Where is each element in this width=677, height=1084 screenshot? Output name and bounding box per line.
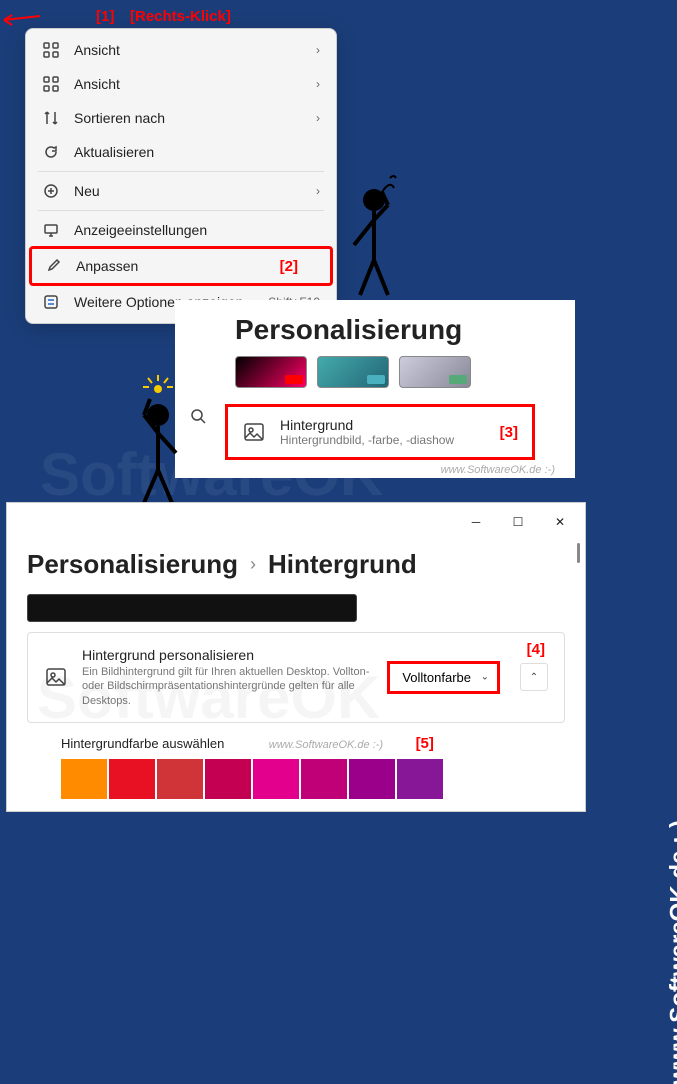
card-text: Hintergrund Hintergrundbild, -farbe, -di…: [280, 417, 486, 447]
menu-label: Sortieren nach: [74, 110, 316, 126]
menu-divider: [38, 171, 324, 172]
menu-item-personalize[interactable]: Anpassen [2]: [29, 246, 333, 286]
chevron-right-icon: ›: [316, 111, 320, 125]
color-swatch[interactable]: [397, 759, 443, 799]
color-swatch[interactable]: [157, 759, 203, 799]
color-swatch[interactable]: [205, 759, 251, 799]
menu-label: Ansicht: [74, 42, 316, 58]
stick-figure-idea: [128, 375, 188, 505]
plus-circle-icon: [42, 182, 60, 200]
theme-thumbnails: [175, 356, 575, 396]
chevron-right-icon: ›: [316, 43, 320, 57]
color-swatch[interactable]: [109, 759, 155, 799]
menu-label: Neu: [74, 183, 316, 199]
menu-label: Anzeigeeinstellungen: [74, 222, 320, 238]
personalization-panel: Personalisierung Hintergrund Hintergrund…: [175, 300, 575, 478]
theme-thumb[interactable]: [235, 356, 307, 388]
theme-thumb[interactable]: [399, 356, 471, 388]
close-button[interactable]: ✕: [539, 507, 581, 537]
panel-title: Personalisierung: [175, 300, 575, 356]
maximize-button[interactable]: ☐: [497, 507, 539, 537]
watermark: www.SoftwareOK.de :-): [175, 460, 575, 478]
menu-item-new[interactable]: Neu ›: [30, 174, 332, 208]
sort-icon: [42, 109, 60, 127]
breadcrumb: Personalisierung › Hintergrund: [7, 541, 585, 594]
menu-label: Anpassen: [76, 258, 280, 274]
annotation-4: [4]: [527, 641, 545, 658]
card-title: Hintergrund: [280, 417, 486, 433]
color-label: Hintergrundfarbe auswählen: [61, 736, 224, 751]
theme-thumb[interactable]: [317, 356, 389, 388]
color-section: Hintergrundfarbe auswählen www.SoftwareO…: [27, 735, 565, 799]
annotation-2: [2]: [280, 258, 298, 275]
background-card[interactable]: Hintergrund Hintergrundbild, -farbe, -di…: [225, 404, 535, 460]
context-menu: Ansicht › Ansicht › Sortieren nach › Akt…: [25, 28, 337, 324]
chevron-right-icon: ›: [250, 554, 256, 575]
preview-thumbnail: [27, 594, 357, 622]
arrow-annotation: [2, 10, 42, 30]
grid-icon: [42, 41, 60, 59]
image-icon: [242, 420, 266, 444]
menu-item-sort[interactable]: Sortieren nach ›: [30, 101, 332, 135]
annotation-3: [3]: [500, 424, 518, 441]
title-bar: ─ ☐ ✕: [7, 503, 585, 541]
annotation-1-label: [Rechts-Klick]: [130, 8, 231, 25]
color-swatch[interactable]: [61, 759, 107, 799]
card-title: Hintergrund personalisieren: [82, 647, 373, 663]
more-icon: [42, 293, 60, 311]
expand-button[interactable]: ⌃: [520, 663, 548, 691]
menu-item-refresh[interactable]: Aktualisieren: [30, 135, 332, 169]
menu-label: Ansicht: [74, 76, 316, 92]
dropdown-value: Volltonfarbe: [402, 670, 471, 685]
menu-item-view2[interactable]: Ansicht ›: [30, 67, 332, 101]
chevron-down-icon: ⌄: [481, 672, 489, 683]
display-icon: [42, 221, 60, 239]
stick-figure-thinking: [346, 170, 406, 300]
brush-icon: [44, 257, 62, 275]
annotation-1: [1]: [96, 8, 114, 25]
personalize-background-card: Hintergrund personalisieren Ein Bildhint…: [27, 632, 565, 723]
watermark: www.SoftwareOK.de :-): [249, 735, 403, 753]
chevron-right-icon: ›: [316, 184, 320, 198]
card-text: Hintergrund personalisieren Ein Bildhint…: [82, 647, 373, 708]
minimize-button[interactable]: ─: [455, 507, 497, 537]
menu-divider: [38, 210, 324, 211]
settings-window: ─ ☐ ✕ Personalisierung › Hintergrund [4]…: [6, 502, 586, 812]
background-type-dropdown[interactable]: Volltonfarbe ⌄: [387, 661, 500, 694]
right-watermark: www.SoftwareOK.de :-): [665, 820, 677, 1084]
color-swatch[interactable]: [349, 759, 395, 799]
refresh-icon: [42, 143, 60, 161]
menu-item-view1[interactable]: Ansicht ›: [30, 33, 332, 67]
search-icon[interactable]: [190, 408, 206, 429]
menu-label: Aktualisieren: [74, 144, 320, 160]
color-swatch[interactable]: [253, 759, 299, 799]
image-icon: [44, 665, 68, 689]
annotation-5: [5]: [416, 735, 434, 752]
menu-item-display-settings[interactable]: Anzeigeeinstellungen: [30, 213, 332, 247]
card-subtitle: Hintergrundbild, -farbe, -diashow: [280, 433, 486, 447]
breadcrumb-item: Hintergrund: [268, 549, 417, 580]
chevron-right-icon: ›: [316, 77, 320, 91]
color-swatch[interactable]: [301, 759, 347, 799]
scrollbar[interactable]: [573, 543, 583, 809]
grid-icon: [42, 75, 60, 93]
card-subtitle: Ein Bildhintergrund gilt für Ihren aktue…: [82, 665, 373, 708]
color-swatches: [61, 759, 531, 799]
breadcrumb-item[interactable]: Personalisierung: [27, 549, 238, 580]
